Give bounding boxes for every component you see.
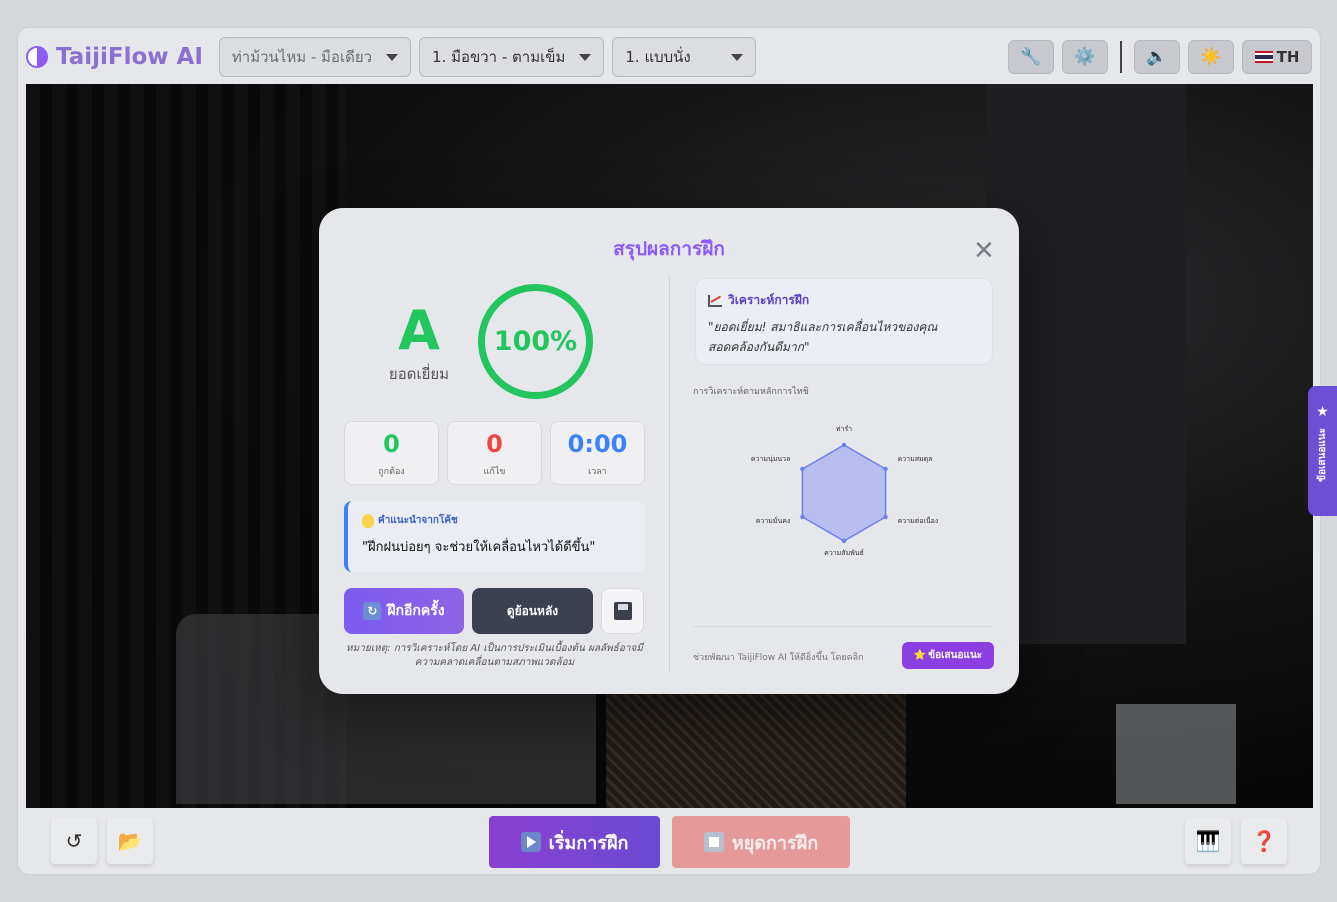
modal-title: สรุปผลการฝึก <box>613 238 725 260</box>
stat-correct: 0 ถูกต้อง <box>344 421 439 485</box>
stat-corrections: 0 แก้ไข <box>447 421 542 485</box>
radar-chart: ท่ารำความสมดุลความต่อเนื่องความสัมพันธ์ ค… <box>751 425 939 557</box>
lightbulb-icon <box>362 513 374 528</box>
radar-axis-label: ความมั่นคง <box>756 516 791 525</box>
grade: A ยอดเยี่ยม <box>379 304 459 386</box>
coach-tip-heading: คำแนะนำจากโค้ช <box>362 513 631 528</box>
footer-divider <box>693 626 993 627</box>
coach-tip: คำแนะนำจากโค้ช "ฝึกฝนบ่อยๆ จะช่วยให้เคลื… <box>344 501 645 572</box>
radar-point <box>800 514 805 520</box>
stat-time-label: เวลา <box>588 467 607 477</box>
training-summary-modal: สรุปผลการฝึก ✕ A ยอดเยี่ยม 100% 0 ถูกต้อ… <box>319 208 1019 694</box>
stat-time-value: 0:00 <box>567 430 628 458</box>
close-icon[interactable]: ✕ <box>973 238 995 264</box>
radar-area <box>801 444 887 542</box>
footer-note: ช่วยพัฒนา TaijiFlow AI ให้ดียิ่งขึ้น โดย… <box>693 653 864 663</box>
radar-point <box>841 442 847 448</box>
suggestion-button[interactable]: ⭐ ข้อเสนอแนะ <box>902 642 994 669</box>
radar-point <box>800 466 805 472</box>
radar-point <box>883 466 888 472</box>
radar-point <box>883 514 888 520</box>
refresh-icon: ↻ <box>363 602 382 620</box>
radar-axis-label: ความนุ่มนวล <box>751 455 791 463</box>
analysis-text: "ยอดเยี่ยม! สมาธิและการเคลื่อนไหวของคุณส… <box>708 320 938 354</box>
coach-tip-title: คำแนะนำจากโค้ช <box>378 515 458 526</box>
radar-axis-label: ความสมดุล <box>898 455 933 463</box>
analysis-card: วิเคราะห์การฝึก "ยอดเยี่ยม! สมาธิและการเ… <box>695 278 993 365</box>
stat-time: 0:00 เวลา <box>550 421 645 485</box>
stat-correct-label: ถูกต้อง <box>378 467 405 477</box>
radar-axis-label: ความต่อเนื่อง <box>898 516 939 525</box>
modal-divider <box>669 276 670 672</box>
star-icon: ⭐ <box>913 650 927 661</box>
train-again-label: ฝึกอีกครั้ง <box>387 603 445 619</box>
stat-corrections-value: 0 <box>486 430 503 458</box>
radar-point <box>841 538 847 544</box>
radar-axis-label: ท่ารำ <box>836 425 852 433</box>
radar-axis-label: ความสัมพันธ์ <box>824 549 864 557</box>
stat-corrections-label: แก้ไข <box>483 467 506 477</box>
grade-letter: A <box>398 299 440 362</box>
chart-icon <box>708 294 722 307</box>
suggestion-label: ข้อเสนอแนะ <box>928 650 983 661</box>
grade-label: ยอดเยี่ยม <box>388 365 450 383</box>
analysis-title: วิเคราะห์การฝึก <box>728 293 810 307</box>
stat-correct-value: 0 <box>383 430 400 458</box>
replay-label: ดูย้อนหลัง <box>506 603 559 618</box>
coach-tip-text: "ฝึกฝนบ่อยๆ จะช่วยให้เคลื่อนไหวได้ดีขึ้น… <box>362 540 596 555</box>
train-again-button[interactable]: ↻ ฝึกอีกครั้ง <box>344 588 464 634</box>
save-button[interactable] <box>601 588 644 634</box>
radar-title: การวิเคราะห์ตามหลักการไทชิ <box>693 387 809 397</box>
floppy-disk-icon <box>613 602 632 620</box>
analysis-heading: วิเคราะห์การฝึก <box>708 291 980 310</box>
score-ring: 100% <box>478 284 593 399</box>
replay-button[interactable]: ดูย้อนหลัง <box>472 588 593 634</box>
score-value: 100% <box>493 326 578 357</box>
ai-disclaimer: หมายเหตุ: การวิเคราะห์โดย AI เป็นการประเ… <box>346 643 643 668</box>
